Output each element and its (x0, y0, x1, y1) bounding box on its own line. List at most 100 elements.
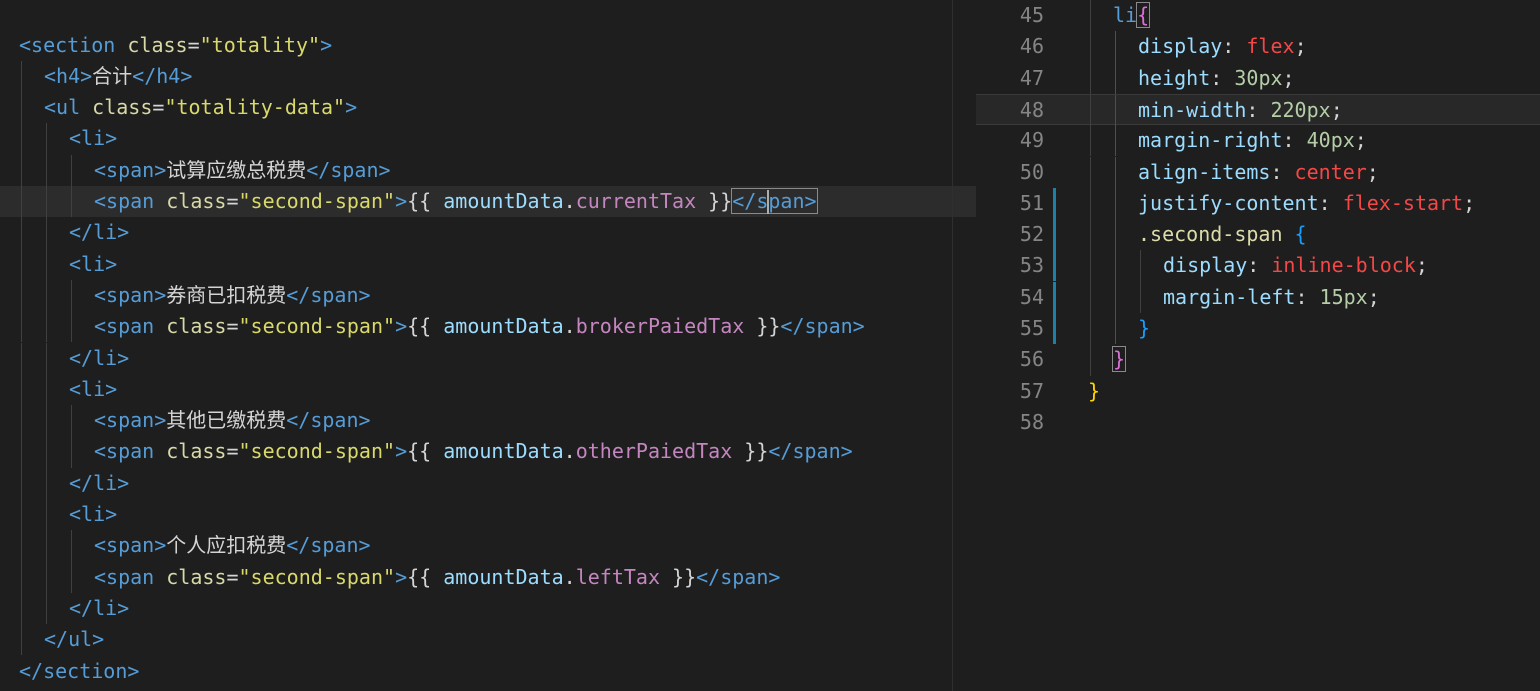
code-text[interactable]: <span class="second-span">{{ amountData.… (94, 436, 853, 467)
code-line[interactable]: <ul class="totality-data"> (0, 92, 976, 124)
code-text[interactable]: <span>个人应扣税费</span> (94, 530, 371, 561)
code-text[interactable]: } (1088, 376, 1100, 407)
code-text[interactable]: <li> (69, 249, 117, 280)
code-line[interactable]: 49 margin-right: 40px; (976, 125, 1540, 157)
code-line[interactable]: <span class="second-span">{{ amountData.… (0, 436, 976, 468)
code-line[interactable]: 53 display: inline-block; (976, 250, 1540, 282)
code-line[interactable]: 50 align-items: center; (976, 156, 1540, 188)
code-line[interactable]: <span>个人应扣税费</span> (0, 530, 976, 562)
indent-guide (21, 592, 22, 625)
code-text[interactable]: min-width: 220px; (1138, 95, 1343, 126)
token-tag: </span> (286, 282, 371, 307)
code-text[interactable]: <span>试算应缴总税费</span> (94, 155, 391, 186)
code-text[interactable]: margin-left: 15px; (1163, 282, 1380, 313)
code-line[interactable]: </li> (0, 217, 976, 249)
code-text[interactable]: li{ (1113, 0, 1151, 31)
code-line[interactable]: <section class="totality"> (0, 30, 976, 61)
code-text[interactable]: display: flex; (1138, 31, 1307, 62)
code-line[interactable]: </ul> (0, 624, 976, 656)
editor-divider (952, 0, 953, 691)
code-line[interactable]: </li> (0, 467, 976, 499)
code-line[interactable]: 51 justify-content: flex-start; (976, 187, 1540, 220)
indent-guide (46, 436, 47, 468)
code-line[interactable]: <span>券商已扣税费</span> (0, 279, 976, 312)
code-line[interactable]: 55} (976, 313, 1540, 345)
code-line[interactable]: </li> (0, 342, 976, 374)
token-punct: : (1247, 253, 1272, 278)
code-text[interactable]: height: 30px; (1138, 63, 1295, 94)
code-text[interactable]: <span class="second-span">{{ amountData.… (94, 562, 780, 593)
code-text[interactable]: <section class="totality"> (19, 30, 332, 61)
indent-guide (46, 154, 47, 186)
token-kw: center (1294, 159, 1367, 184)
token-str: "second-span" (238, 314, 396, 339)
code-line[interactable]: 57} (976, 376, 1540, 407)
code-line[interactable]: <li> (0, 499, 976, 531)
code-text[interactable]: <li> (69, 123, 117, 154)
code-text[interactable]: <span class="second-span">{{ amountData.… (94, 186, 818, 217)
code-line[interactable]: 52 .second-span { (976, 219, 1540, 251)
token-cssprop: height (1138, 65, 1211, 90)
token-prop: leftTax (575, 564, 660, 589)
indent-guide (46, 123, 47, 155)
code-text[interactable]: margin-right: 40px; (1138, 125, 1367, 156)
indent-guide (1090, 219, 1091, 251)
code-line[interactable]: 47 height: 30px; (976, 62, 1540, 94)
code-text[interactable]: } (1111, 344, 1127, 375)
code-text[interactable]: <ul class="totality-data"> (44, 92, 357, 123)
code-line[interactable]: 48 min-width: 220px; (976, 93, 1540, 127)
code-text[interactable]: <span>券商已扣税费</span> (94, 280, 371, 311)
token-tag: </span> (768, 439, 853, 464)
indent-guide (46, 279, 47, 312)
token-unit: px (1343, 284, 1368, 309)
code-text[interactable]: <li> (69, 374, 117, 405)
code-line[interactable]: <li> (0, 248, 976, 280)
right-editor-pane[interactable]: 45 li{46 display: flex; 47 height: 30px; 48 mi… (976, 0, 1540, 691)
code-text[interactable]: <span class="second-span">{{ amountData.… (94, 311, 865, 342)
code-line[interactable]: 45 li{ (976, 0, 1540, 32)
token-tag: </li> (69, 470, 130, 495)
code-text[interactable]: .second-span { (1138, 219, 1307, 250)
indent-guide (21, 248, 22, 280)
code-text[interactable]: </li> (69, 343, 129, 374)
code-line[interactable]: <span>其他已缴税费</span> (0, 405, 976, 437)
left-editor-pane[interactable]: <section class="totality"> <h4>合计</h4> <ul… (0, 0, 976, 691)
code-line[interactable]: 58 (976, 407, 1540, 438)
token-tag: </li> (69, 595, 130, 620)
token-punct: = (226, 189, 239, 213)
modified-line-indicator (1053, 250, 1056, 282)
code-line[interactable]: <span class="second-span">{{ amountData.… (0, 311, 976, 343)
indent-guide (1140, 281, 1141, 313)
token-punct: . (563, 439, 576, 464)
code-text[interactable]: <span>其他已缴税费</span> (94, 405, 371, 436)
code-text[interactable]: align-items: center; (1138, 157, 1379, 188)
token-tag: > (395, 439, 408, 464)
indent-guide (1090, 313, 1091, 345)
code-text[interactable]: </li> (69, 468, 129, 499)
code-text[interactable]: </li> (69, 217, 129, 248)
code-line[interactable]: <h4>合计</h4> (0, 60, 976, 93)
token-tag: > (345, 95, 358, 120)
token-tpl: }} (732, 439, 769, 464)
code-line[interactable]: <span>试算应缴总税费</span> (0, 154, 976, 186)
code-text[interactable]: display: inline-block; (1163, 250, 1428, 281)
code-line[interactable]: <li> (0, 373, 976, 406)
code-text[interactable]: </section> (19, 656, 139, 687)
code-line[interactable]: <li> (0, 123, 976, 155)
code-line[interactable]: </section> (0, 656, 976, 687)
code-line[interactable]: 46 display: flex; (976, 31, 1540, 63)
token-tag: </span> (286, 533, 371, 558)
token-txt: 个人应扣税费 (166, 533, 287, 558)
code-text[interactable]: </li> (69, 593, 129, 624)
code-text[interactable]: justify-content: flex-start; (1138, 188, 1475, 219)
token-tag: <span> (94, 157, 167, 182)
code-text[interactable]: <li> (69, 499, 117, 530)
code-text[interactable]: <h4>合计</h4> (44, 61, 192, 92)
code-text[interactable]: } (1138, 313, 1150, 344)
code-line[interactable]: 56} (976, 344, 1540, 376)
code-text[interactable]: </ul> (44, 624, 104, 655)
code-line[interactable]: </li> (0, 592, 976, 625)
code-line[interactable]: <span class="second-span">{{ amountData.… (0, 561, 976, 593)
code-line[interactable]: 54 margin-left: 15px; (976, 281, 1540, 313)
code-line[interactable]: <span class="second-span">{{ amountData.… (0, 186, 976, 218)
